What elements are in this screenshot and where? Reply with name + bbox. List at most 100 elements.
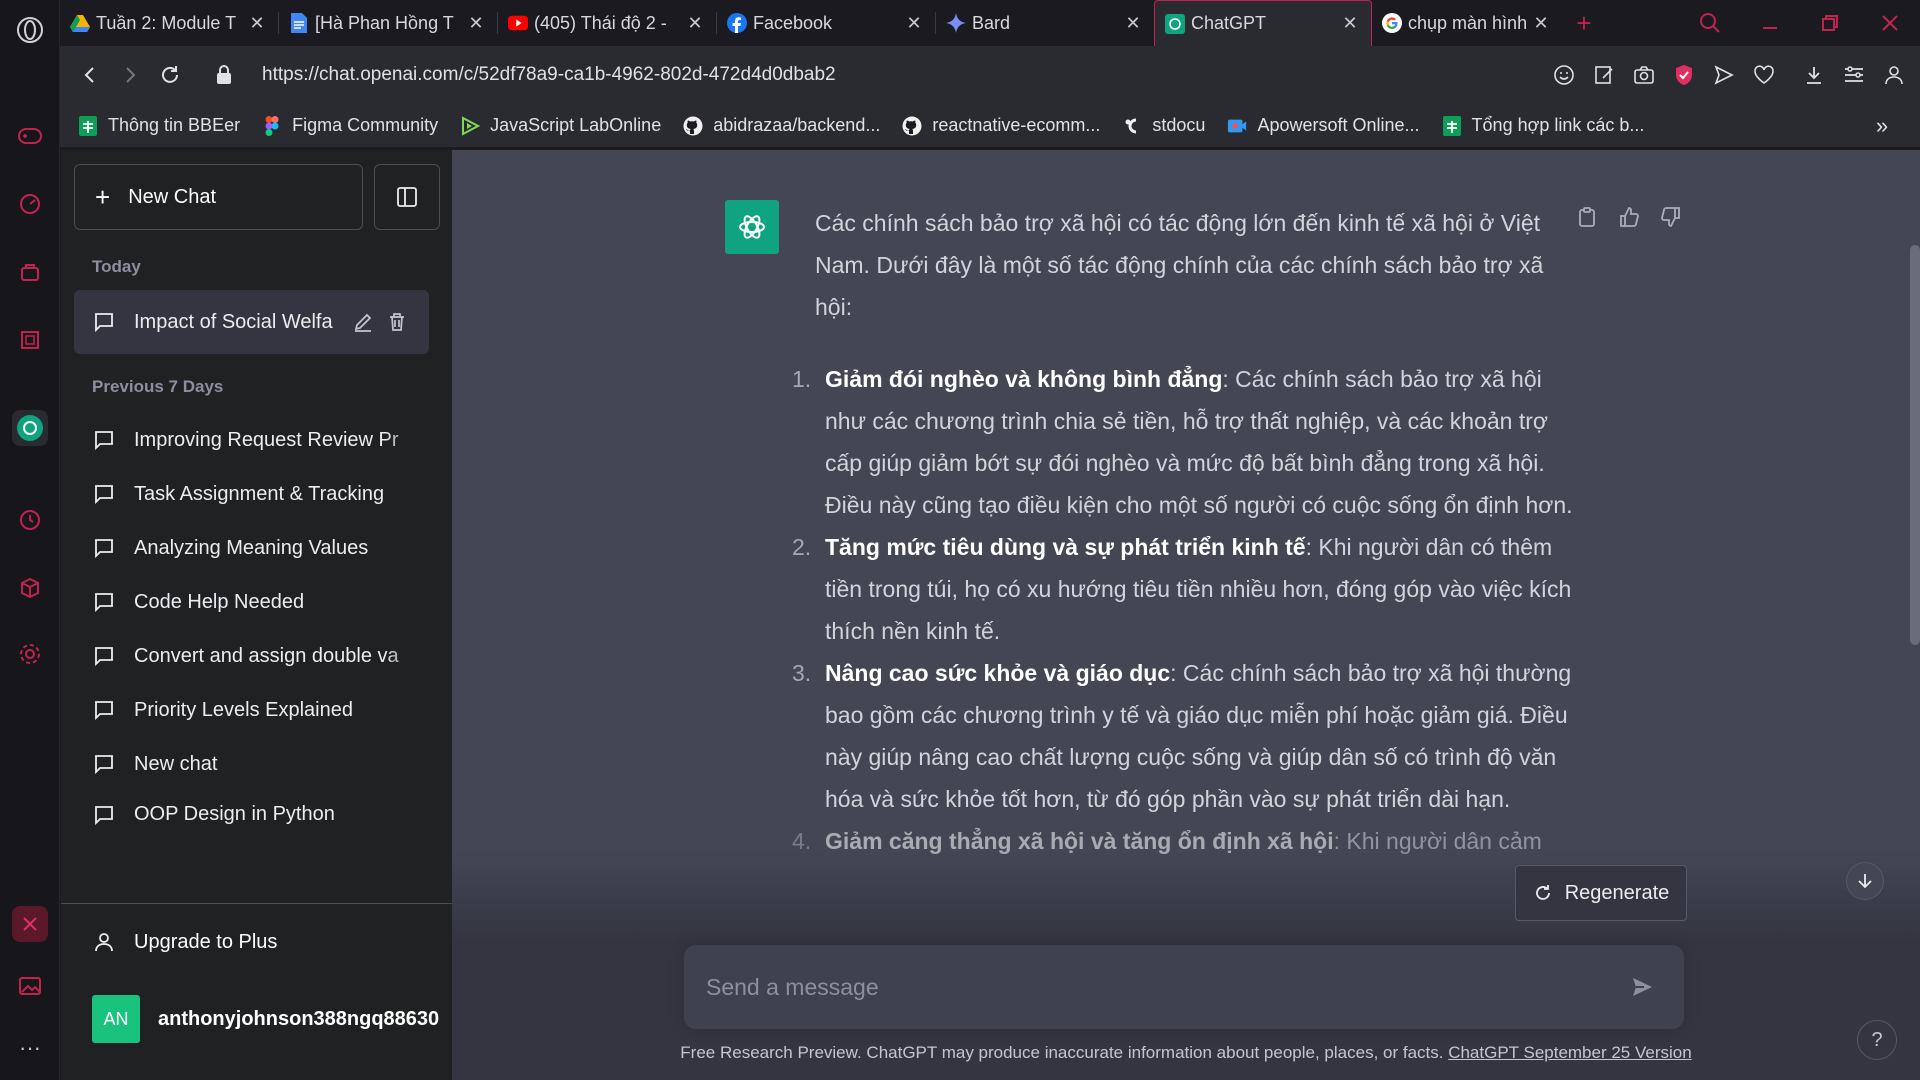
tab-title: chụp màn hình d <box>1408 12 1530 33</box>
play-icon <box>460 115 481 136</box>
close-tab-icon[interactable]: ✕ <box>246 12 268 34</box>
close-tab-icon[interactable]: ✕ <box>465 12 487 34</box>
rename-pencil-icon[interactable] <box>348 307 378 337</box>
heart-icon[interactable] <box>1744 55 1784 95</box>
scroll-down-button[interactable] <box>1846 862 1884 900</box>
close-tab-icon[interactable]: ✕ <box>1339 13 1361 35</box>
chat-bubble-icon <box>95 593 113 613</box>
send-icon[interactable] <box>1704 55 1744 95</box>
list-item-heading: Giảm đói nghèo và không bình đẳng <box>825 366 1223 392</box>
cube-icon[interactable] <box>12 570 48 606</box>
facebook-icon <box>727 13 747 33</box>
disclaimer-text: Free Research Preview. ChatGPT may produ… <box>680 1043 1449 1062</box>
list-number: 1. <box>792 366 812 392</box>
bookmark-label: abidrazaa/backend... <box>713 115 881 135</box>
regenerate-button[interactable]: Regenerate <box>1515 865 1687 921</box>
browser-tab[interactable]: Tuần 2: Module T ✕ <box>60 0 278 46</box>
bookmark-item[interactable]: JavaScript LabOnline <box>460 115 661 136</box>
user-menu-button[interactable]: AN anthonyjohnson388ngq88630! <box>74 984 439 1054</box>
snipping-tool-icon[interactable] <box>12 906 48 942</box>
bookmark-item[interactable]: Tổng hợp link các b... <box>1442 115 1644 136</box>
url-field[interactable]: https://chat.openai.com/c/52df78a9-ca1b-… <box>262 64 836 86</box>
gamepad-icon[interactable] <box>12 118 48 154</box>
camera-icon[interactable] <box>1624 55 1664 95</box>
extension-chip-icon[interactable] <box>12 322 48 358</box>
help-button[interactable]: ? <box>1857 1020 1897 1060</box>
bookmark-item[interactable]: abidrazaa/backend... <box>683 115 880 136</box>
conversation-item-active[interactable]: Impact of Social Welfa <box>74 290 429 354</box>
restore-icon[interactable] <box>1802 0 1858 46</box>
sidebar-footer: Upgrade to Plus AN anthonyjohnson388ngq8… <box>61 903 452 1080</box>
browser-tab[interactable]: (405) Thái độ 2 - ✕ <box>498 0 716 46</box>
easy-setup-icon[interactable] <box>1834 55 1874 95</box>
browser-tab[interactable]: chụp màn hình d ✕ <box>1372 0 1562 46</box>
list-number: 2. <box>792 534 812 560</box>
close-tab-icon[interactable]: ✕ <box>1530 12 1552 34</box>
browser-tab[interactable]: Facebook ✕ <box>717 0 935 46</box>
conversation-title: Convert and assign double va <box>134 644 399 667</box>
conversation-title: Improving Request Review Pr <box>134 428 399 451</box>
thumbs-down-icon[interactable] <box>1656 202 1686 232</box>
bookmarks-overflow-icon[interactable]: » <box>1860 104 1904 148</box>
send-button[interactable] <box>1622 967 1662 1007</box>
message-input[interactable] <box>706 973 1622 1001</box>
settings-gear-icon[interactable] <box>12 636 48 672</box>
profile-icon[interactable] <box>1874 55 1914 95</box>
version-link[interactable]: ChatGPT September 25 Version <box>1448 1043 1692 1062</box>
chat-main: Các chính sách bảo trợ xã hội có tác độn… <box>452 150 1920 1080</box>
plus-icon: + <box>95 181 111 212</box>
close-tab-icon[interactable]: ✕ <box>903 12 925 34</box>
regenerate-icon <box>1535 885 1550 900</box>
chat-bubble-icon <box>95 539 113 559</box>
thumbs-up-icon[interactable] <box>1614 202 1644 232</box>
gallery-icon[interactable] <box>12 968 48 1004</box>
forward-icon[interactable] <box>110 55 150 95</box>
close-window-icon[interactable] <box>1862 0 1918 46</box>
new-tab-plus-icon[interactable]: + <box>1562 0 1606 46</box>
close-tab-icon[interactable]: ✕ <box>1122 12 1144 34</box>
arrow-down-icon <box>1858 874 1872 889</box>
bookmark-item[interactable]: Apowersoft Online... <box>1227 115 1420 136</box>
github-icon <box>683 116 703 136</box>
shopping-bag-icon[interactable] <box>12 254 48 290</box>
back-icon[interactable] <box>70 55 110 95</box>
reload-icon[interactable] <box>150 55 190 95</box>
download-icon[interactable] <box>1794 55 1834 95</box>
conversation-item[interactable]: New chat <box>74 732 429 796</box>
conversation-item[interactable]: OOP Design in Python <box>74 803 429 833</box>
toggle-sidebar-button[interactable] <box>374 164 440 230</box>
close-tab-icon[interactable]: ✕ <box>684 12 706 34</box>
chat-bubble-icon <box>95 701 113 721</box>
conversation-title: New chat <box>134 752 218 775</box>
bookmark-label: JavaScript LabOnline <box>490 115 662 135</box>
minimize-icon[interactable] <box>1742 0 1798 46</box>
upgrade-plus-button[interactable]: Upgrade to Plus <box>74 912 439 972</box>
copy-clipboard-icon[interactable] <box>1572 202 1602 232</box>
list-item-heading: Nâng cao sức khỏe và giáo dục <box>825 660 1171 686</box>
tab-search-icon[interactable] <box>1682 0 1738 46</box>
chat-sidebar: + New Chat Today Impact of Social Welfa … <box>61 150 452 1080</box>
bookmark-item[interactable]: Thông tin BBEer <box>78 115 240 136</box>
youtube-icon <box>508 13 528 33</box>
bookmark-label: Figma Community <box>292 115 439 135</box>
emoji-icon[interactable] <box>1544 55 1584 95</box>
bookmark-item[interactable]: stdocu <box>1122 115 1205 136</box>
message-intro: Các chính sách bảo trợ xã hội có tác độn… <box>815 210 1544 320</box>
speed-dial-icon[interactable] <box>12 186 48 222</box>
new-chat-button[interactable]: + New Chat <box>74 164 363 230</box>
more-dots-icon[interactable]: ··· <box>12 1030 48 1066</box>
shield-icon[interactable] <box>1664 55 1704 95</box>
edit-icon[interactable] <box>1584 55 1624 95</box>
assistant-message: Các chính sách bảo trợ xã hội có tác độn… <box>792 202 1575 862</box>
chat-scrollbar[interactable] <box>1910 245 1920 645</box>
lock-icon[interactable] <box>204 55 244 95</box>
history-icon[interactable] <box>12 502 48 538</box>
browser-tab[interactable]: ChatGPT ✕ <box>1154 0 1372 46</box>
delete-trash-icon[interactable] <box>382 307 412 337</box>
bookmark-item[interactable]: reactnative-ecomm... <box>902 115 1100 136</box>
chatgpt-sidebar-icon[interactable] <box>12 410 48 446</box>
browser-tab[interactable]: [Hà Phan Hồng T ✕ <box>279 0 497 46</box>
opera-logo-icon[interactable] <box>12 12 48 48</box>
bookmark-item[interactable]: Figma Community <box>262 115 438 136</box>
browser-tab[interactable]: Bard ✕ <box>936 0 1154 46</box>
